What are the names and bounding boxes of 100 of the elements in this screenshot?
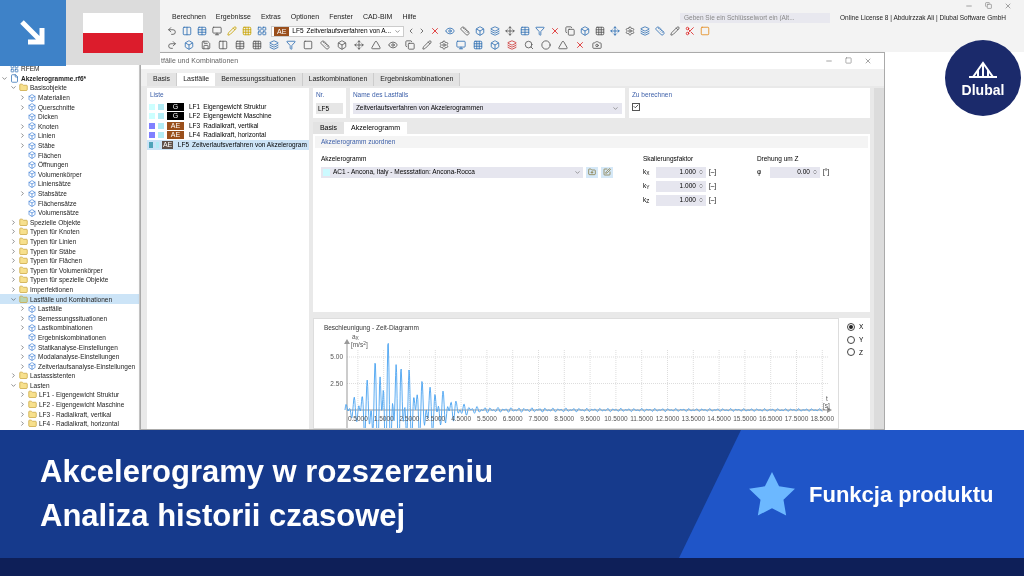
minimize-icon[interactable] bbox=[825, 57, 833, 65]
chevron-icon[interactable] bbox=[19, 122, 26, 130]
chevron-icon[interactable] bbox=[10, 276, 17, 284]
layers-icon[interactable] bbox=[506, 39, 518, 51]
cube-icon[interactable] bbox=[474, 25, 487, 37]
scissors-icon[interactable] bbox=[684, 25, 697, 37]
layers-icon[interactable] bbox=[639, 25, 652, 37]
chevron-icon[interactable] bbox=[19, 343, 26, 351]
chevron-icon[interactable] bbox=[1, 74, 8, 82]
undo-icon[interactable] bbox=[166, 25, 178, 37]
square-icon[interactable] bbox=[699, 25, 712, 37]
chevron-icon[interactable] bbox=[10, 228, 17, 236]
chevron-icon[interactable] bbox=[19, 103, 26, 111]
spinner-icon[interactable] bbox=[697, 197, 704, 203]
restore-icon[interactable] bbox=[985, 2, 992, 9]
spinner-icon[interactable] bbox=[697, 169, 704, 175]
camera-icon[interactable] bbox=[591, 39, 603, 51]
cube-icon[interactable] bbox=[183, 39, 195, 51]
table-icon[interactable] bbox=[234, 39, 246, 51]
edit-button[interactable] bbox=[600, 166, 613, 178]
monitor-icon[interactable] bbox=[455, 39, 467, 51]
filter-icon[interactable] bbox=[285, 39, 297, 51]
chevron-icon[interactable] bbox=[19, 401, 26, 409]
ruler-icon[interactable] bbox=[459, 25, 472, 37]
monitor-icon[interactable] bbox=[211, 25, 223, 37]
chevron-icon[interactable] bbox=[10, 238, 17, 245]
move-icon[interactable] bbox=[353, 39, 365, 51]
chevron-icon[interactable] bbox=[19, 142, 26, 150]
chevron-icon[interactable] bbox=[10, 247, 17, 255]
table-icon[interactable] bbox=[196, 25, 208, 37]
save-icon[interactable] bbox=[200, 39, 212, 51]
color-swatch bbox=[158, 132, 164, 139]
chevron-icon[interactable] bbox=[10, 381, 17, 389]
chevron-icon[interactable] bbox=[10, 285, 17, 293]
chevron-icon[interactable] bbox=[10, 266, 17, 274]
close-icon[interactable] bbox=[1004, 1, 1012, 10]
chevron-icon[interactable] bbox=[10, 295, 17, 303]
color-swatch bbox=[158, 103, 164, 110]
cube-icon[interactable] bbox=[489, 39, 501, 51]
ruler-icon[interactable] bbox=[654, 25, 667, 37]
chevron-icon[interactable] bbox=[10, 372, 17, 380]
search-icon[interactable] bbox=[523, 39, 535, 51]
folder-icon bbox=[19, 294, 28, 304]
triangle-icon[interactable] bbox=[370, 39, 382, 51]
chevron-icon[interactable] bbox=[19, 324, 26, 332]
columns-icon[interactable] bbox=[181, 25, 193, 37]
close-icon[interactable] bbox=[864, 57, 872, 65]
chevron-icon[interactable] bbox=[10, 218, 17, 226]
chevron-icon[interactable] bbox=[19, 314, 26, 322]
chevron-icon[interactable] bbox=[19, 190, 26, 197]
chevron-icon[interactable] bbox=[19, 94, 26, 102]
copy-icon[interactable] bbox=[404, 39, 416, 51]
spinner-icon[interactable] bbox=[811, 169, 818, 175]
chevron-icon[interactable] bbox=[10, 84, 17, 92]
chevron-icon[interactable] bbox=[10, 257, 17, 265]
filter-icon[interactable] bbox=[534, 25, 547, 37]
layout-icon[interactable] bbox=[256, 25, 268, 37]
chevron-icon[interactable] bbox=[19, 420, 26, 428]
chevron-icon[interactable] bbox=[19, 362, 26, 370]
folder-icon bbox=[19, 237, 28, 246]
new-button[interactable] bbox=[585, 166, 598, 178]
ruler-icon[interactable] bbox=[319, 39, 331, 51]
chevron-icon[interactable] bbox=[19, 391, 26, 399]
table-icon[interactable] bbox=[519, 25, 532, 37]
color-swatch bbox=[158, 122, 164, 129]
layers-icon[interactable] bbox=[268, 39, 280, 51]
chevron-icon[interactable] bbox=[19, 132, 26, 140]
chevron-icon[interactable] bbox=[19, 410, 26, 418]
cube-icon[interactable] bbox=[579, 25, 592, 37]
arrow-icon bbox=[18, 18, 48, 48]
grid-icon[interactable] bbox=[251, 39, 263, 51]
grid-icon[interactable] bbox=[472, 39, 484, 51]
grid-icon bbox=[10, 64, 19, 74]
columns-icon[interactable] bbox=[217, 39, 229, 51]
redo-icon[interactable] bbox=[166, 39, 178, 51]
square-icon[interactable] bbox=[302, 39, 314, 51]
chevron-icon[interactable] bbox=[19, 353, 26, 361]
eye-icon[interactable] bbox=[387, 39, 399, 51]
triangle-icon[interactable] bbox=[557, 39, 569, 51]
maximize-icon[interactable] bbox=[845, 57, 852, 64]
grid-icon[interactable] bbox=[594, 25, 607, 37]
chevron-icon[interactable] bbox=[19, 305, 26, 313]
settings-icon[interactable] bbox=[624, 25, 637, 37]
pencil-icon[interactable] bbox=[421, 39, 433, 51]
cube-icon[interactable] bbox=[336, 39, 348, 51]
grid-icon[interactable] bbox=[241, 25, 253, 37]
copy-icon[interactable] bbox=[564, 25, 577, 37]
calculate-checkbox[interactable] bbox=[631, 102, 640, 111]
layers-icon[interactable] bbox=[489, 25, 502, 37]
spinner-icon[interactable] bbox=[697, 183, 704, 189]
close-icon[interactable] bbox=[574, 39, 586, 51]
pencil-icon[interactable] bbox=[669, 25, 682, 37]
file-icon bbox=[10, 73, 19, 83]
move-icon[interactable] bbox=[609, 25, 622, 37]
eye-icon[interactable] bbox=[444, 25, 457, 37]
circle-icon[interactable] bbox=[540, 39, 552, 51]
move-icon[interactable] bbox=[504, 25, 517, 37]
settings-icon[interactable] bbox=[438, 39, 450, 51]
folder-icon bbox=[19, 83, 28, 93]
scrollbar[interactable] bbox=[874, 88, 884, 429]
